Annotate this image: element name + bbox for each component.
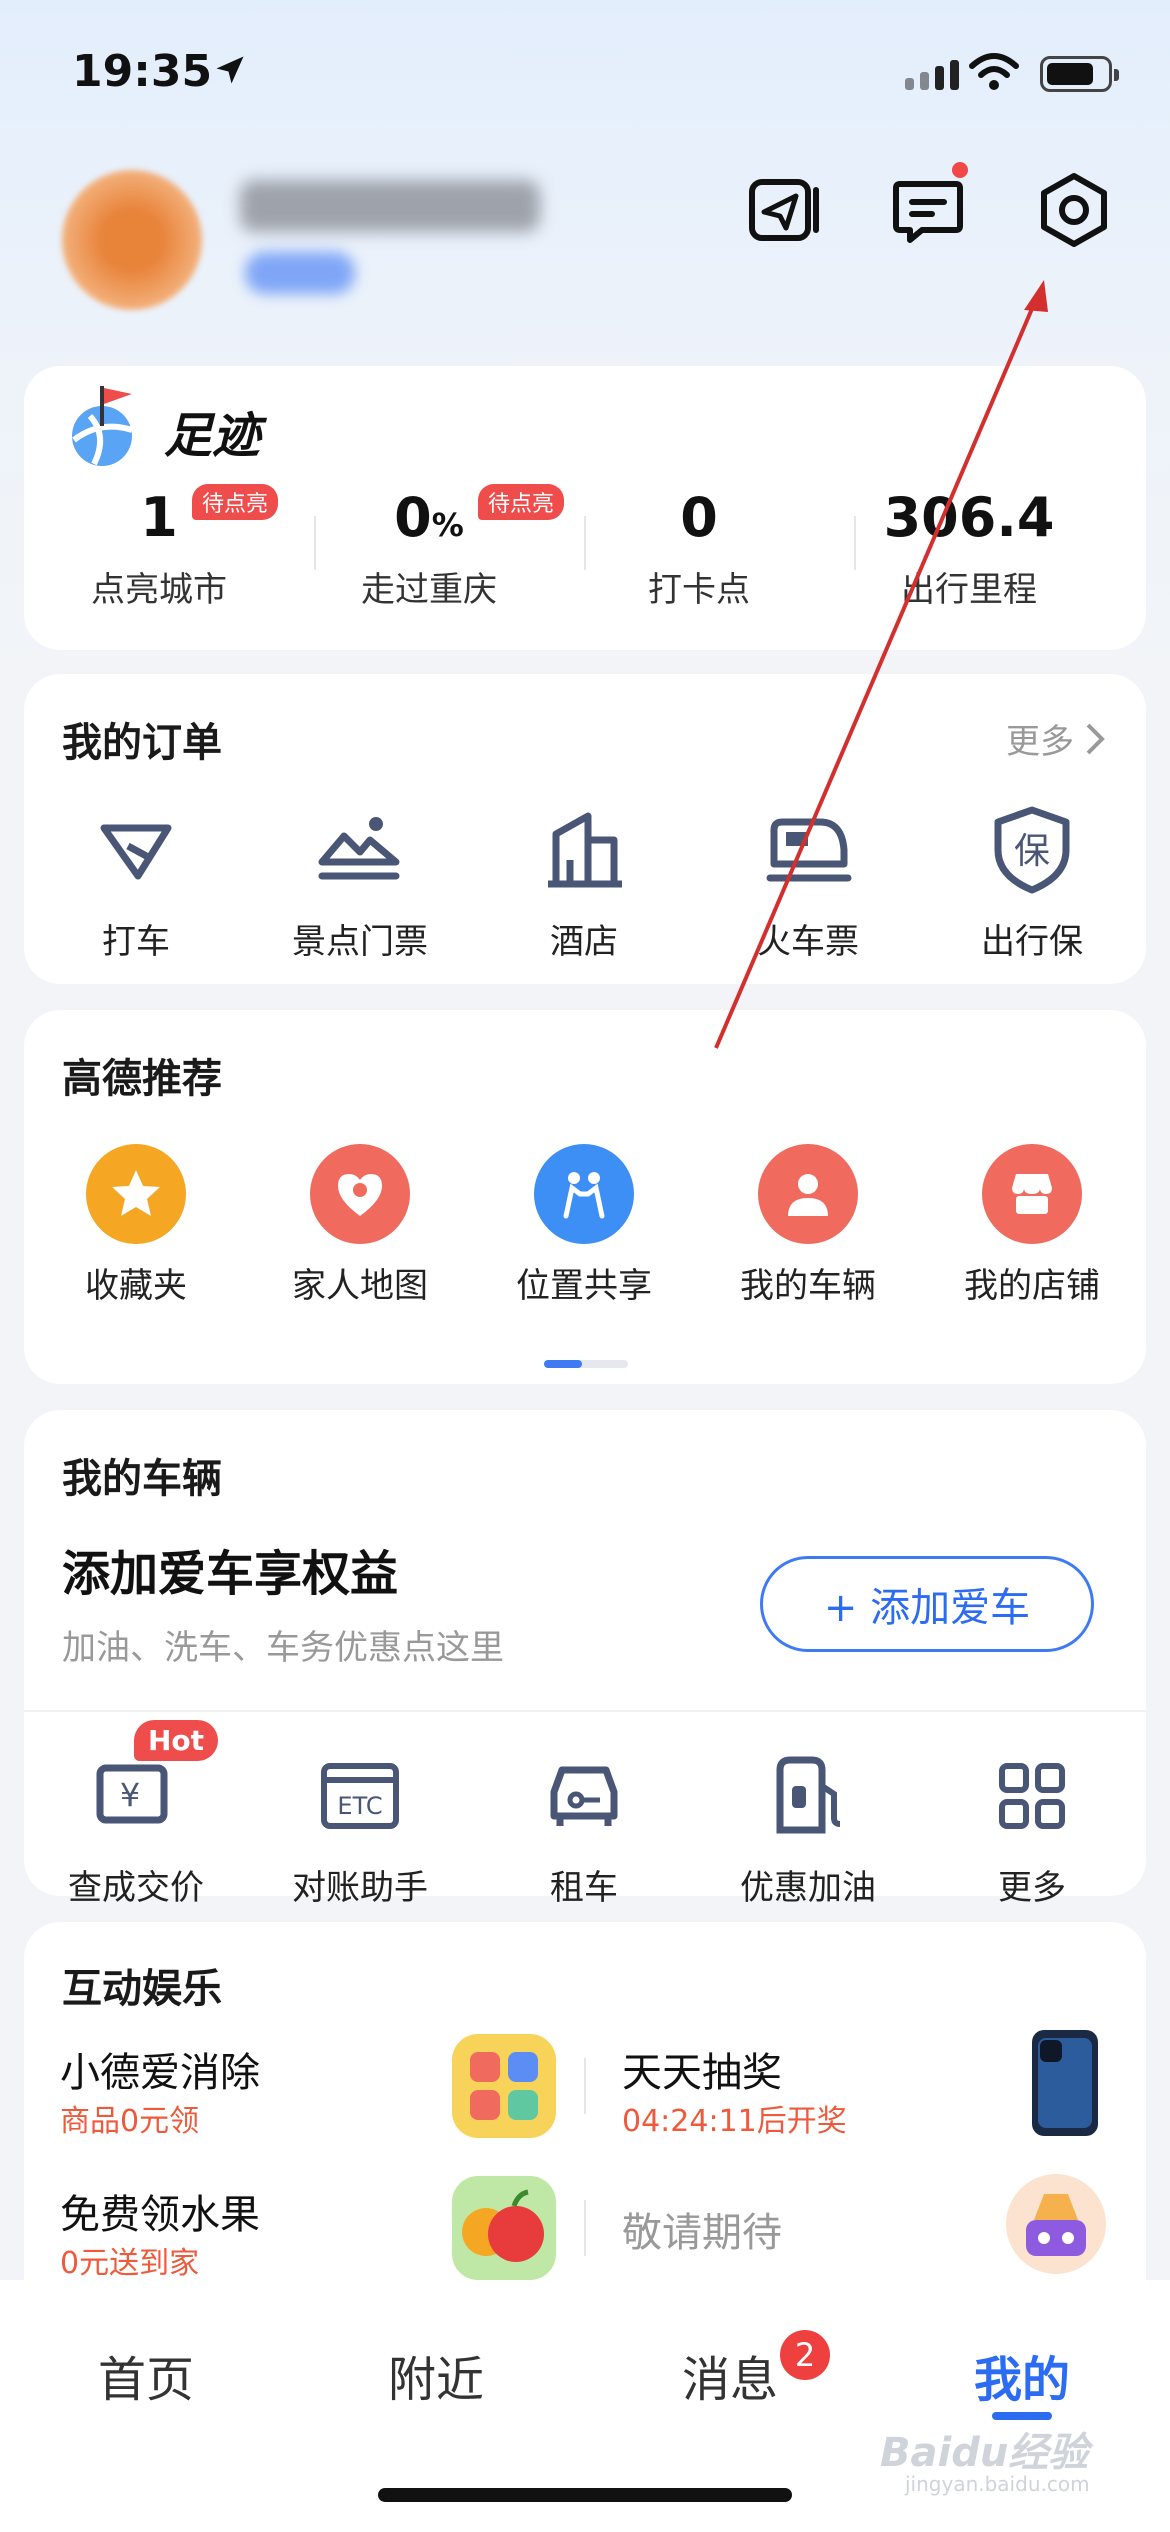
vehicle-fuel-discount[interactable]: 优惠加油 bbox=[696, 1746, 920, 1909]
etc-icon: ETC bbox=[321, 1763, 399, 1829]
phone-prize-icon bbox=[1032, 2030, 1098, 2136]
share-trip-icon[interactable] bbox=[746, 170, 826, 250]
add-car-button[interactable]: + 添加爱车 bbox=[760, 1556, 1094, 1652]
family-map-icon bbox=[310, 1144, 410, 1244]
footprint-stat-checkins[interactable]: 0 打卡点 bbox=[564, 486, 834, 611]
username-blurred[interactable] bbox=[240, 180, 540, 232]
taxi-icon bbox=[100, 824, 172, 880]
order-scenic-ticket[interactable]: 景点门票 bbox=[248, 800, 472, 963]
recommend-favorites[interactable]: 收藏夹 bbox=[24, 1144, 248, 1307]
globe-flag-logo-icon bbox=[72, 386, 133, 466]
entertainment-card: 互动娱乐 小德爱消除 商品0元领 天天抽奖 04:24:11后开奖 免费领水果 … bbox=[24, 1922, 1146, 2322]
scenic-ticket-icon bbox=[318, 817, 400, 880]
insurance-icon: 保 bbox=[994, 806, 1070, 894]
star-icon bbox=[86, 1144, 186, 1244]
recommend-title: 高德推荐 bbox=[62, 1056, 222, 1102]
status-time: 19:35 bbox=[72, 46, 213, 97]
vehicle-subtitle: 加油、洗车、车务优惠点这里 bbox=[62, 1628, 504, 1668]
grid-more-icon bbox=[999, 1763, 1065, 1829]
pending-tag: 待点亮 bbox=[478, 484, 565, 520]
footprint-card[interactable]: 足迹 1 点亮城市 待点亮 0% 走过重庆 待点亮 0 打卡点 306.4 出行… bbox=[24, 366, 1146, 650]
car-rental-icon bbox=[550, 1766, 618, 1826]
recommend-my-shop[interactable]: 我的店铺 bbox=[920, 1144, 1144, 1307]
settings-icon[interactable] bbox=[1034, 170, 1114, 250]
order-taxi[interactable]: 打车 bbox=[24, 800, 248, 963]
vehicle-title: 我的车辆 bbox=[62, 1456, 222, 1502]
vehicle-etc-assistant[interactable]: ETC 对账助手 bbox=[248, 1746, 472, 1909]
orders-card: 我的订单 更多 打车 景点门票 酒店 火车票 保 出行保 bbox=[24, 674, 1146, 984]
price-check-icon: ¥ bbox=[96, 1764, 168, 1824]
hot-badge: Hot bbox=[134, 1720, 219, 1761]
baidu-watermark: Baidu经验 bbox=[880, 2430, 1089, 2476]
tab-nearby[interactable]: 附近 bbox=[336, 2340, 536, 2410]
active-tab-indicator bbox=[992, 2412, 1052, 2420]
avatar[interactable] bbox=[62, 170, 202, 310]
tab-mine[interactable]: 我的 bbox=[922, 2340, 1122, 2420]
chevron-right-icon bbox=[1086, 723, 1105, 754]
status-bar: 19:35 bbox=[0, 0, 1170, 150]
message-icon[interactable] bbox=[888, 170, 968, 250]
location-arrow-icon bbox=[216, 56, 244, 84]
fruit-icon bbox=[452, 2176, 556, 2280]
hotel-icon bbox=[548, 812, 622, 888]
vehicle-headline: 添加爱车享权益 bbox=[62, 1546, 399, 1602]
order-insurance[interactable]: 保 出行保 bbox=[920, 800, 1144, 963]
train-icon bbox=[766, 818, 852, 882]
location-share-icon bbox=[534, 1144, 634, 1244]
footprint-title: 足迹 bbox=[164, 408, 261, 464]
svg-text:ETC: ETC bbox=[337, 1792, 382, 1820]
vehicle-car-rental[interactable]: 租车 bbox=[472, 1746, 696, 1909]
pending-tag: 待点亮 bbox=[192, 484, 279, 520]
vehicle-card: 我的车辆 添加爱车享权益 加油、洗车、车务优惠点这里 + 添加爱车 ¥ 查成交价… bbox=[24, 1410, 1146, 1908]
vehicle-more[interactable]: 更多 bbox=[920, 1746, 1144, 1909]
game-grid-icon bbox=[452, 2034, 556, 2138]
home-indicator[interactable] bbox=[378, 2488, 792, 2502]
order-train[interactable]: 火车票 bbox=[696, 800, 920, 963]
message-count-badge: 2 bbox=[780, 2330, 830, 2380]
notification-dot bbox=[952, 162, 968, 178]
recommend-my-vehicle[interactable]: 我的车辆 bbox=[696, 1144, 920, 1307]
cellular-signal-icon bbox=[905, 60, 959, 90]
wifi-icon bbox=[969, 53, 1019, 90]
baidu-watermark-url: jingyan.baidu.com bbox=[905, 2472, 1090, 2496]
svg-text:¥: ¥ bbox=[120, 1776, 140, 1814]
battery-icon bbox=[1040, 56, 1119, 92]
orders-title: 我的订单 bbox=[62, 720, 222, 766]
gamepad-icon bbox=[1006, 2174, 1106, 2274]
level-badge-blurred[interactable] bbox=[245, 252, 355, 294]
my-vehicle-icon bbox=[758, 1144, 858, 1244]
orders-more-link[interactable]: 更多 bbox=[1006, 714, 1106, 763]
recommend-card: 高德推荐 收藏夹 家人地图 位置共享 我的车辆 我的店铺 bbox=[24, 1010, 1146, 1384]
tab-home[interactable]: 首页 bbox=[46, 2340, 246, 2410]
fuel-icon bbox=[776, 1756, 841, 1834]
recommend-family-map[interactable]: 家人地图 bbox=[248, 1144, 472, 1307]
order-hotel[interactable]: 酒店 bbox=[472, 800, 696, 963]
footprint-stat-mileage[interactable]: 306.4 出行里程 bbox=[834, 486, 1104, 611]
vehicle-price-check[interactable]: ¥ 查成交价 bbox=[24, 1746, 248, 1909]
my-shop-icon bbox=[982, 1144, 1082, 1244]
recommend-location-share[interactable]: 位置共享 bbox=[472, 1144, 696, 1307]
profile-header bbox=[0, 150, 1170, 350]
entertainment-title: 互动娱乐 bbox=[62, 1966, 222, 2012]
recommend-pager bbox=[544, 1360, 628, 1368]
svg-text:保: 保 bbox=[1014, 831, 1050, 872]
